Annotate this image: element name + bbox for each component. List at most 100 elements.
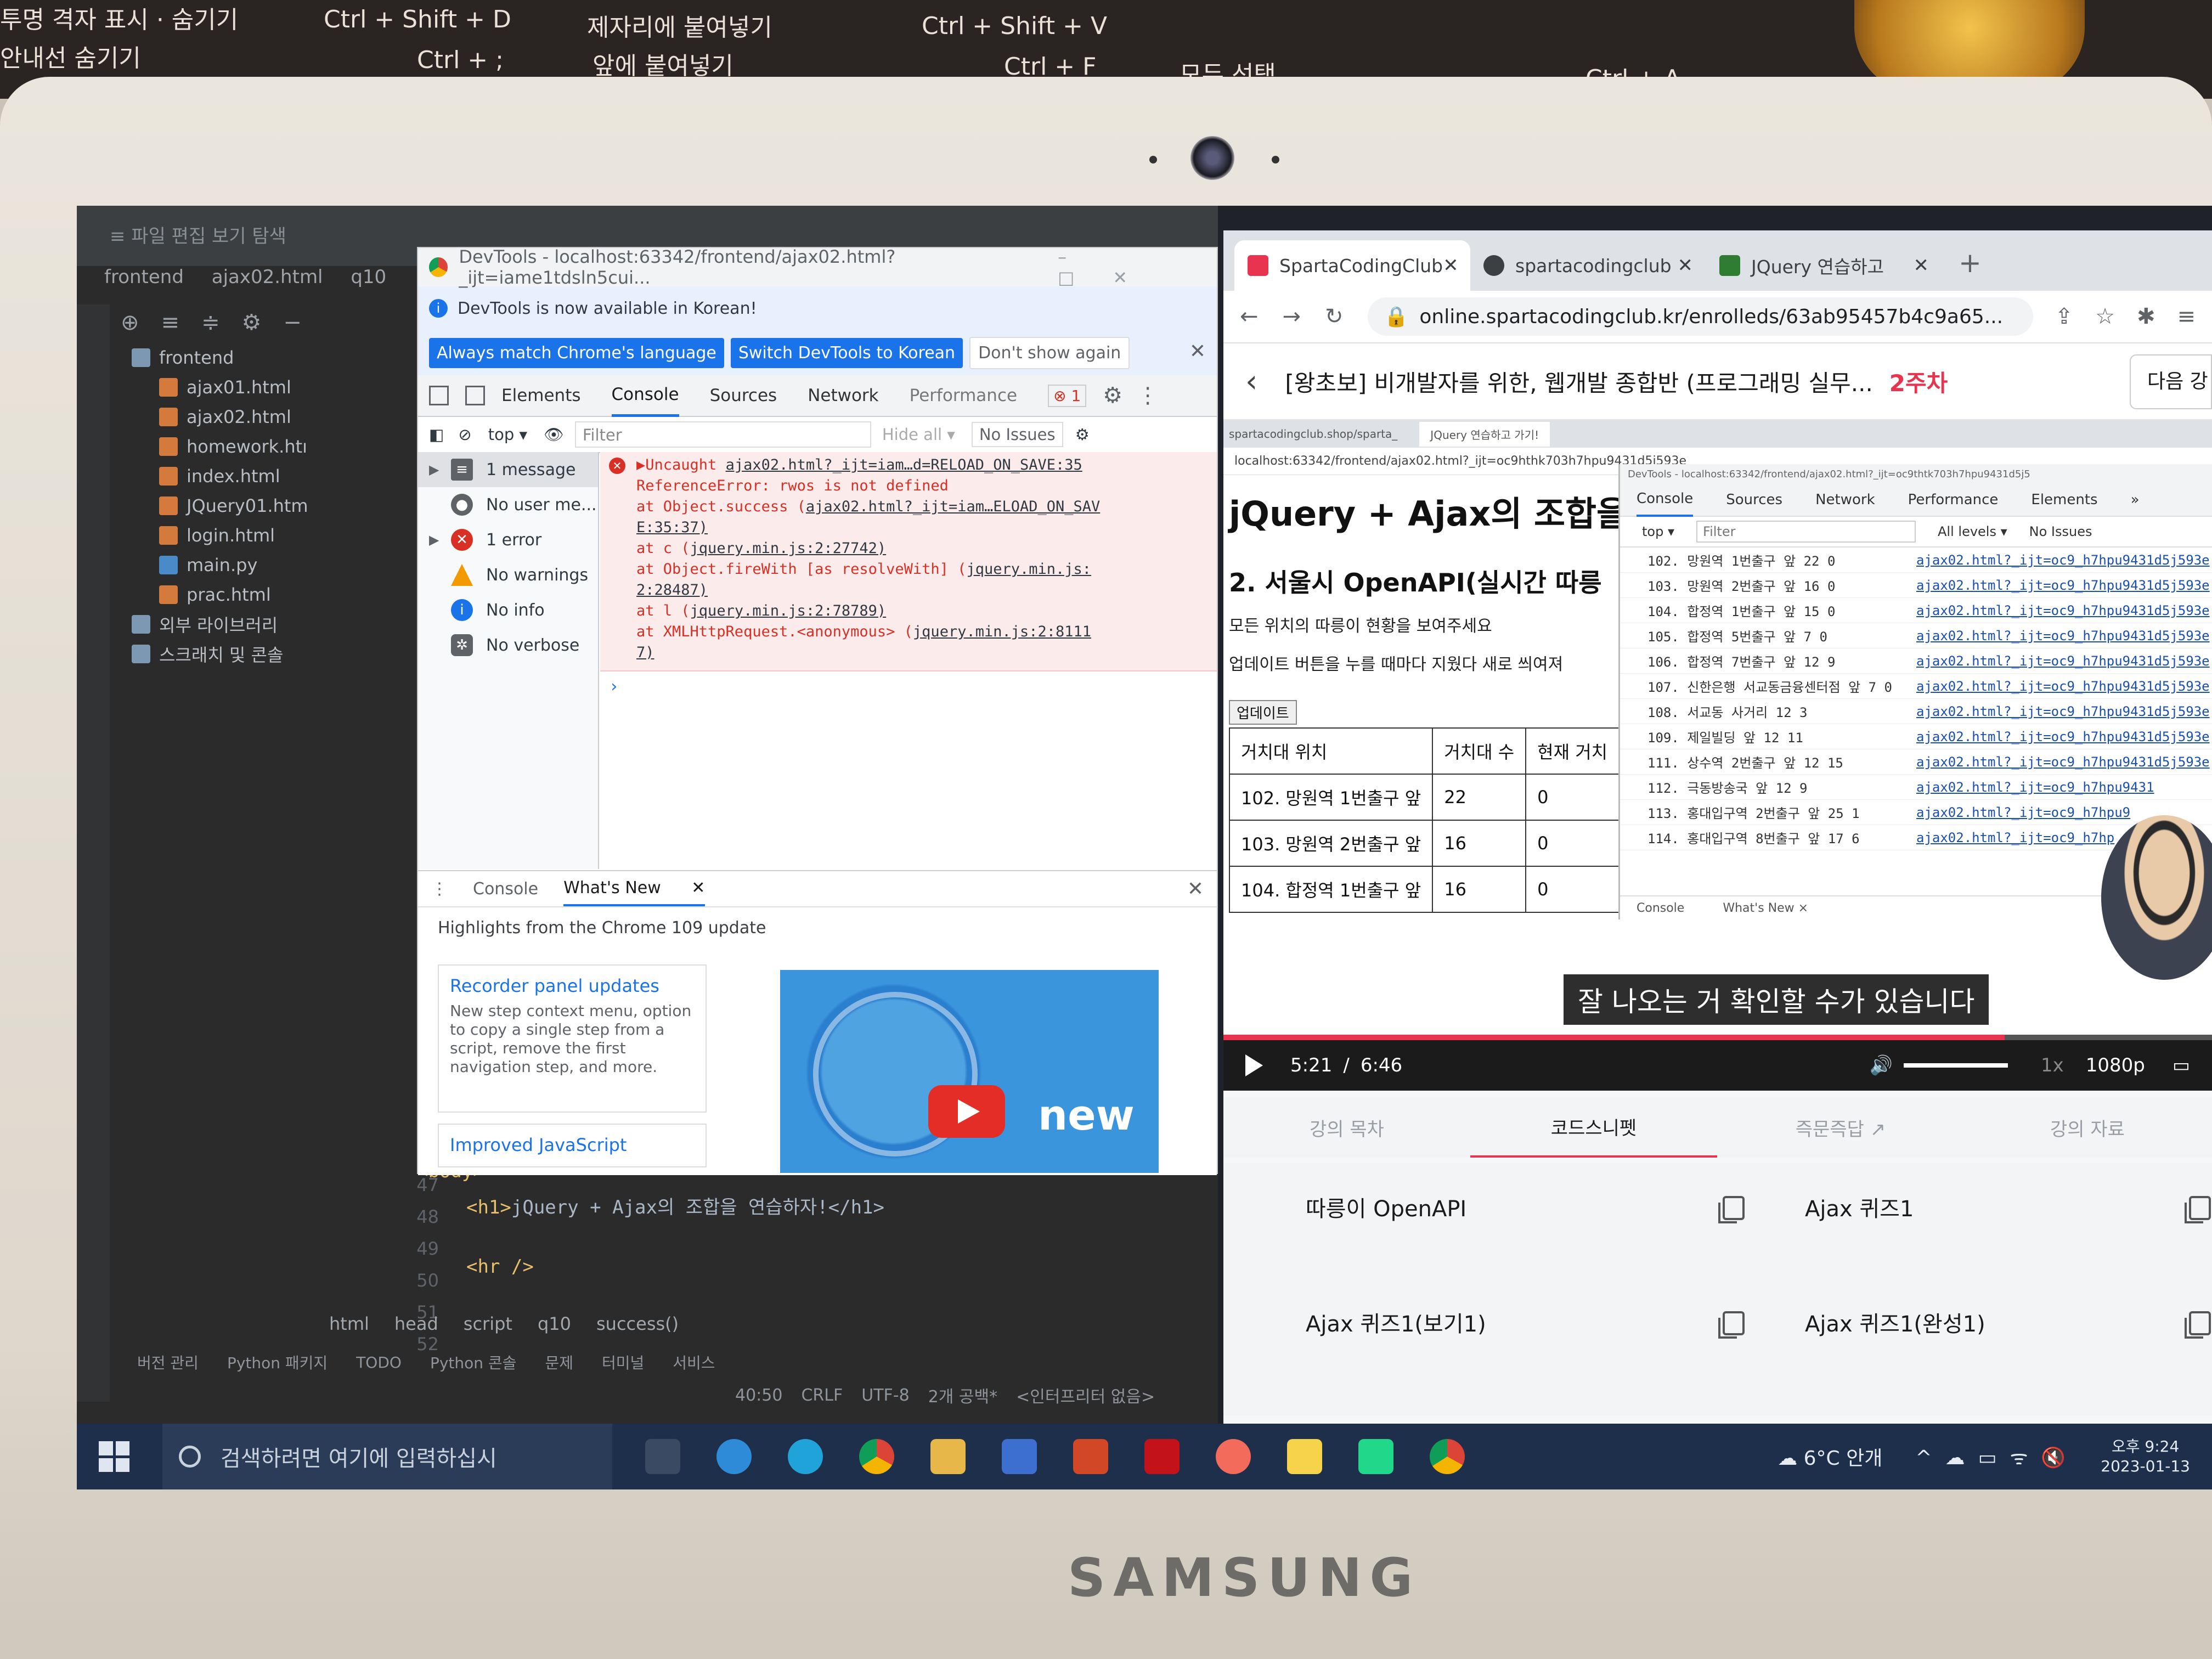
close-icon[interactable]: ✕ (1443, 255, 1459, 276)
close-icon[interactable]: ✕ (1189, 340, 1206, 363)
source-link[interactable]: jquery.min.js:2:27742) (690, 540, 887, 557)
tab-lecture-index[interactable]: 강의 목차 (1223, 1099, 1470, 1156)
source-link[interactable]: E:35:37) (636, 519, 708, 536)
browser-tab[interactable]: spartacodingclub ✕ (1470, 240, 1706, 291)
sidebar-item-warnings[interactable]: No warnings (418, 557, 598, 592)
project-tool-stripe[interactable] (77, 304, 110, 1402)
netflix-icon[interactable] (1144, 1439, 1180, 1474)
tab-performance[interactable]: Performance (910, 376, 1017, 415)
tab-elements[interactable]: Elements (501, 376, 581, 415)
volume-slider[interactable] (1904, 1063, 2008, 1068)
tool-todo[interactable]: TODO (356, 1353, 402, 1372)
source-link[interactable]: 7) (636, 644, 654, 661)
tab-console[interactable]: Console (611, 375, 679, 417)
copy-icon[interactable] (1718, 1311, 1745, 1339)
eye-icon[interactable]: 👁 (544, 425, 564, 444)
caret-position[interactable]: 40:50 (735, 1386, 782, 1405)
tab-network[interactable]: Network (808, 376, 878, 415)
whats-new-card-2[interactable]: Improved JavaScript (438, 1124, 707, 1167)
drawer-tab-console[interactable]: Console (473, 879, 538, 899)
taskbar-search[interactable]: 검색하려면 여기에 입력하십시 (162, 1424, 612, 1489)
extensions-icon[interactable]: ✱ (2137, 304, 2155, 329)
close-icon[interactable]: ✕ (1914, 255, 1929, 276)
chrome-icon[interactable] (1430, 1439, 1465, 1474)
sidebar-item-verbose[interactable]: ✲ No verbose (418, 628, 598, 663)
browser-tab[interactable]: SpartaCodingClub ✕ (1234, 240, 1470, 291)
reading-list-icon[interactable]: ≡ (2177, 304, 2196, 329)
tab-code-snippets[interactable]: 코드스니펫 (1470, 1098, 1717, 1158)
share-icon[interactable]: ⇪ (2055, 304, 2074, 329)
device-toggle-icon[interactable] (465, 386, 485, 405)
error-count-badge[interactable]: ⊗ 1 (1048, 384, 1087, 407)
source-link[interactable]: ajax02.html?_ijt=iam…d=RELOAD_ON_SAVE:35 (726, 456, 1082, 473)
console-error-message[interactable]: ✕ ▶Uncaught ajax02.html?_ijt=iam…d=RELOA… (600, 452, 1217, 672)
video-thumbnail[interactable]: new (780, 970, 1159, 1173)
drawer-menu-icon[interactable]: ⋮ (431, 879, 448, 899)
nav-file[interactable]: ajax02.html (212, 266, 323, 288)
task-view-icon[interactable] (645, 1439, 680, 1474)
alarm-icon[interactable] (1216, 1439, 1251, 1474)
code-editor[interactable]: <body> <h1>jQuery + Ajax의 조합을 연습하자!</h1>… (417, 1160, 1218, 1288)
edge-icon[interactable] (788, 1439, 823, 1474)
breadcrumb-item[interactable]: success() (596, 1313, 679, 1334)
tray-icons[interactable]: ^☁▭ᯤ🔇 (1915, 1443, 2079, 1470)
chevron-left-icon[interactable]: ‹ (1245, 364, 1257, 399)
taskbar-clock[interactable]: 오후 9:24 2023-01-13 (2101, 1437, 2190, 1476)
match-language-button[interactable]: Always match Chrome's language (429, 337, 724, 368)
volume-icon[interactable]: 🔊 (1870, 1054, 1893, 1076)
expand-icon[interactable]: ≑ (201, 310, 242, 335)
address-bar[interactable]: 🔒 online.spartacodingclub.kr/enrolleds/63… (1367, 297, 2033, 336)
star-icon[interactable]: ☆ (2095, 304, 2115, 329)
source-link[interactable]: jquery.min.js: (966, 561, 1091, 578)
indent-setting[interactable]: 2개 공백* (928, 1383, 997, 1407)
nav-project[interactable]: frontend (104, 266, 184, 288)
chrome-icon[interactable] (859, 1439, 894, 1474)
browser-tab[interactable]: JQuery 연습하고 ✕ (1706, 240, 1942, 291)
locate-icon[interactable]: ⊕ (121, 310, 161, 335)
quality-selector[interactable]: 1080p (2086, 1054, 2145, 1076)
snippet-item[interactable]: Ajax 퀴즈1 (1805, 1174, 2211, 1240)
pycharm-icon[interactable] (1358, 1439, 1393, 1474)
file-explorer-icon[interactable] (930, 1439, 966, 1474)
next-lecture-button[interactable]: 다음 강 (2130, 354, 2212, 409)
play-icon[interactable] (1245, 1054, 1263, 1076)
tool-python-packages[interactable]: Python 패키지 (227, 1351, 328, 1373)
lecture-video[interactable]: spartacodingclub.shop/sparta_ JQuery 연습하… (1223, 420, 2212, 1040)
forward-arrow-icon[interactable]: → (1283, 304, 1301, 329)
hide-icon[interactable]: − (283, 310, 324, 335)
windows-start-icon[interactable] (99, 1441, 129, 1472)
reload-icon[interactable]: ↻ (1325, 304, 1344, 329)
weather-widget[interactable]: ☁ 6°C 안개 (1778, 1442, 1882, 1471)
inspect-icon[interactable] (429, 386, 449, 405)
sidebar-item-user-messages[interactable]: ● No user me... (418, 487, 598, 522)
log-levels-dropdown[interactable]: Hide all ▾ (882, 425, 955, 444)
console-filter-input[interactable]: Filter (574, 421, 871, 448)
clear-console-icon[interactable]: ⊘ (458, 425, 471, 444)
sidebar-item-info[interactable]: i No info (418, 592, 598, 628)
window-controls[interactable]: –□✕ (1058, 246, 1206, 288)
snippet-item[interactable]: Ajax 퀴즈1(보기1) (1306, 1289, 1745, 1355)
sticky-notes-icon[interactable] (1287, 1439, 1322, 1474)
copy-icon[interactable] (1718, 1196, 1745, 1223)
new-tab-icon[interactable]: + (1959, 247, 1982, 279)
copy-icon[interactable] (2185, 1196, 2211, 1223)
collapse-icon[interactable]: ≡ (161, 310, 202, 335)
twitter-icon[interactable] (716, 1439, 752, 1474)
source-link[interactable]: jquery.min.js:2:78789) (690, 602, 887, 619)
tab-materials[interactable]: 강의 자료 (1964, 1099, 2211, 1156)
devtools-title-bar[interactable]: DevTools - localhost:63342/frontend/ajax… (418, 246, 1217, 288)
copy-icon[interactable] (2185, 1311, 2211, 1339)
interpreter-status[interactable]: <인터프리터 없음> (1016, 1383, 1155, 1407)
close-icon[interactable]: ✕ (1187, 878, 1204, 900)
source-link[interactable]: ajax02.html?_ijt=iam…ELOAD_ON_SAV (806, 498, 1100, 515)
playback-speed[interactable]: 1x (2041, 1054, 2064, 1076)
sidebar-item-messages[interactable]: ▶ ≡ 1 message (418, 452, 598, 487)
tool-problems[interactable]: 문제 (545, 1351, 573, 1373)
file-encoding[interactable]: UTF-8 (861, 1386, 909, 1405)
console-settings-icon[interactable]: ⚙ (1075, 425, 1090, 444)
console-prompt[interactable]: › (600, 672, 1217, 702)
back-arrow-icon[interactable]: ← (1240, 304, 1259, 329)
gear-icon[interactable]: ⚙ (242, 310, 284, 335)
tool-services[interactable]: 서비스 (673, 1351, 715, 1373)
gear-icon[interactable]: ⚙ (1103, 383, 1122, 408)
